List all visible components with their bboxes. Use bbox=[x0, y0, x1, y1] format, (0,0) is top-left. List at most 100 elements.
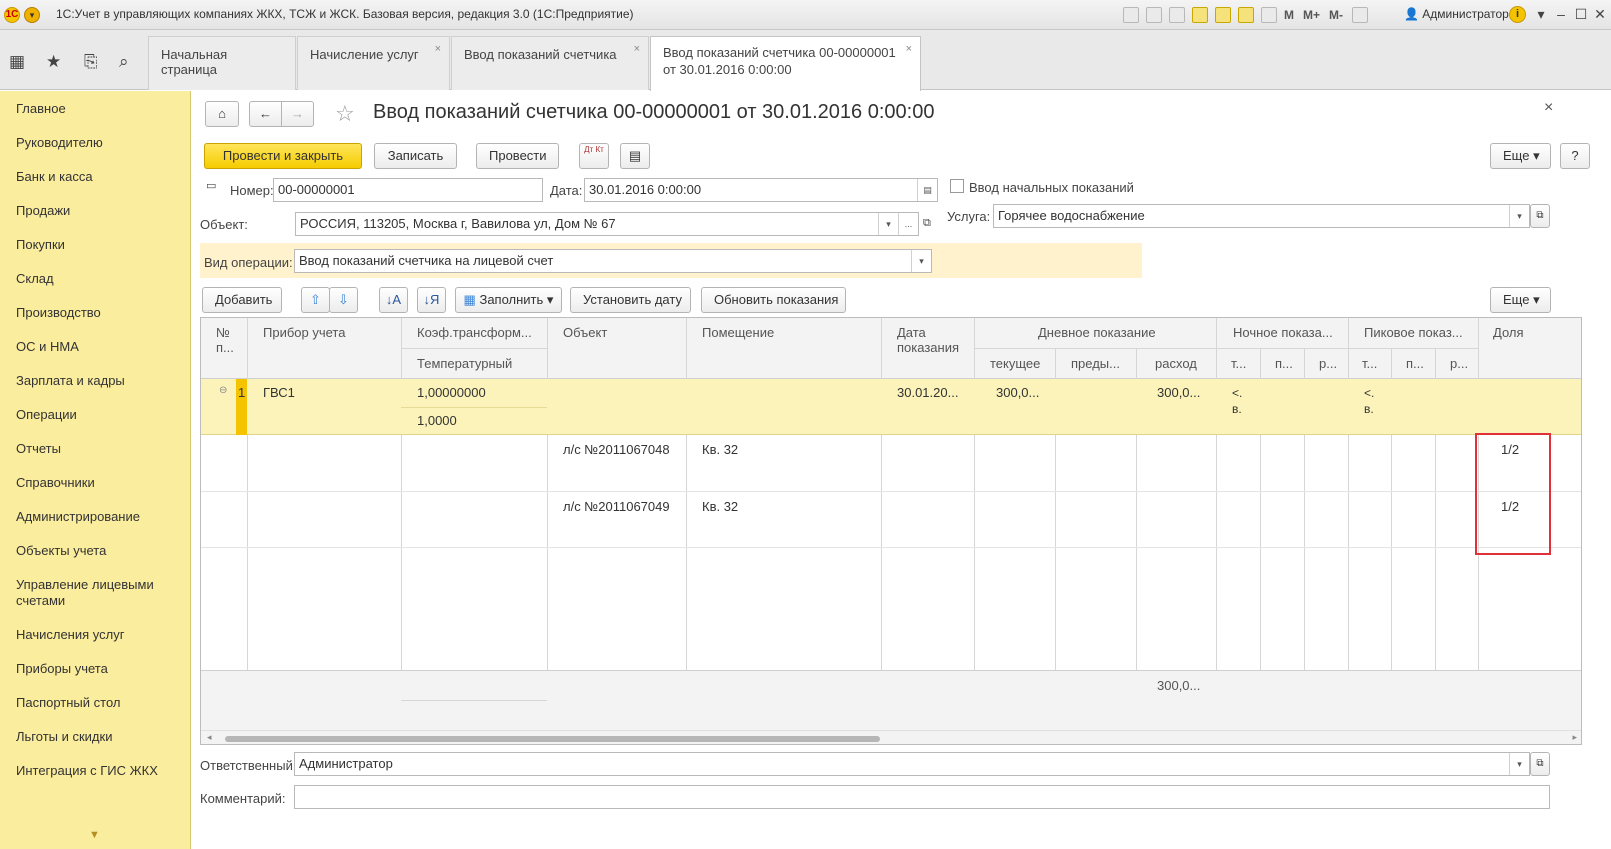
current-user[interactable]: 👤 Администратор bbox=[1404, 7, 1509, 21]
save-icon[interactable] bbox=[1123, 7, 1139, 23]
favorites-star-icon[interactable]: ★ bbox=[46, 52, 61, 72]
responsible-open-icon[interactable]: ⧉ bbox=[1530, 752, 1550, 776]
account-cell[interactable]: л/с №2011067049 bbox=[563, 499, 670, 514]
sidebar-item-main[interactable]: Главное bbox=[16, 101, 176, 117]
col-header-day[interactable]: Дневное показание bbox=[1038, 325, 1156, 340]
service-open-icon[interactable]: ⧉ bbox=[1530, 204, 1550, 228]
object-open-icon[interactable]: ⧉ bbox=[923, 217, 931, 230]
col-header-share[interactable]: Доля bbox=[1493, 325, 1524, 340]
col-header-num[interactable]: № п... bbox=[216, 325, 242, 355]
scroll-left-icon[interactable]: ◂ bbox=[207, 732, 212, 743]
tab-meter-reading-document[interactable]: Ввод показаний счетчика 00-00000001 от 3… bbox=[650, 36, 921, 92]
app-logo-icon[interactable]: 1С bbox=[4, 7, 20, 23]
apps-grid-icon[interactable]: ▦ bbox=[9, 52, 25, 72]
sidebar-item-fixed-assets[interactable]: ОС и НМА bbox=[16, 339, 176, 355]
service-dropdown-icon[interactable]: ▾ bbox=[1509, 205, 1529, 227]
history-icon[interactable] bbox=[1215, 7, 1231, 23]
save-button[interactable]: Записать bbox=[374, 143, 457, 169]
sidebar-item-personal-accounts[interactable]: Управление лицевыми счетами bbox=[16, 577, 176, 609]
collapse-icon[interactable]: ⊖ bbox=[219, 385, 227, 396]
date-cell[interactable]: 30.01.20... bbox=[897, 385, 958, 400]
col-header-night[interactable]: Ночное показа... bbox=[1233, 325, 1333, 340]
col-header-date[interactable]: Дата показания bbox=[897, 325, 967, 355]
move-down-icon[interactable]: ⇩ bbox=[329, 287, 358, 313]
sort-desc-icon[interactable]: ↓Я bbox=[417, 287, 446, 313]
close-window-icon[interactable]: ✕ bbox=[1589, 4, 1611, 24]
sidebar-item-accounting-objects[interactable]: Объекты учета bbox=[16, 543, 176, 559]
tab-charges[interactable]: Начисление услуг × bbox=[297, 36, 450, 90]
sidebar-item-gis-integration[interactable]: Интеграция с ГИС ЖКХ bbox=[16, 763, 176, 779]
device-cell[interactable]: ГВС1 bbox=[263, 385, 295, 400]
sidebar-item-administration[interactable]: Администрирование bbox=[16, 509, 176, 525]
help-button[interactable]: ? bbox=[1560, 143, 1590, 169]
close-tab-icon[interactable]: × bbox=[906, 43, 912, 55]
operation-dropdown-icon[interactable]: ▾ bbox=[911, 250, 931, 272]
dt-kt-button[interactable]: Дт Кт bbox=[579, 143, 609, 169]
number-field[interactable]: 00-00000001 bbox=[273, 178, 543, 202]
account-cell[interactable]: л/с №2011067048 bbox=[563, 442, 670, 457]
coef-cell[interactable]: 1,00000000 bbox=[417, 385, 486, 400]
info-icon[interactable]: i bbox=[1509, 6, 1526, 23]
col-header-coef[interactable]: Коэф.трансформ... bbox=[417, 325, 532, 340]
forward-button[interactable]: → bbox=[281, 101, 314, 127]
night-cell[interactable]: <. в. bbox=[1232, 385, 1242, 417]
minimize-icon[interactable]: – bbox=[1550, 4, 1572, 24]
sidebar-item-payroll[interactable]: Зарплата и кадры bbox=[16, 373, 176, 389]
memory-m[interactable]: M bbox=[1284, 8, 1294, 22]
scroll-right-icon[interactable]: ▸ bbox=[1572, 732, 1577, 743]
day-current-cell[interactable]: 300,0... bbox=[996, 385, 1039, 400]
sidebar-item-sales[interactable]: Продажи bbox=[16, 203, 176, 219]
object-field[interactable]: РОССИЯ, 113205, Москва г, Вавилова ул, Д… bbox=[295, 212, 919, 236]
object-dropdown-icon[interactable]: ▾ bbox=[878, 213, 898, 235]
col-header-temp[interactable]: Температурный bbox=[417, 356, 512, 371]
print-icon[interactable] bbox=[1146, 7, 1162, 23]
col-header-peak-sub[interactable]: т... bbox=[1362, 356, 1377, 371]
comment-icon[interactable]: ▭ bbox=[206, 179, 216, 192]
sidebar-item-service-charges[interactable]: Начисления услуг bbox=[16, 627, 176, 643]
more-button[interactable]: Еще ▾ bbox=[1490, 143, 1551, 169]
favorite-star-icon[interactable]: ☆ bbox=[335, 101, 355, 127]
service-field[interactable]: Горячее водоснабжение ▾ bbox=[993, 204, 1530, 228]
table-more-button[interactable]: Еще ▾ bbox=[1490, 287, 1551, 313]
add-row-button[interactable]: Добавить bbox=[202, 287, 282, 313]
sidebar-item-passport-desk[interactable]: Паспортный стол bbox=[16, 695, 176, 711]
tab-meter-readings-list[interactable]: Ввод показаний счетчика × bbox=[451, 36, 649, 90]
scrollbar-thumb[interactable] bbox=[225, 736, 880, 742]
sidebar-item-manager[interactable]: Руководителю bbox=[16, 135, 176, 151]
sidebar-item-operations[interactable]: Операции bbox=[16, 407, 176, 423]
preview-icon[interactable] bbox=[1169, 7, 1185, 23]
sidebar-item-bank[interactable]: Банк и касса bbox=[16, 169, 176, 185]
post-and-close-button[interactable]: Провести и закрыть bbox=[204, 143, 362, 169]
col-header-day-consumption[interactable]: расход bbox=[1155, 356, 1197, 371]
col-header-peak[interactable]: Пиковое показ... bbox=[1364, 325, 1463, 340]
comment-field[interactable] bbox=[294, 785, 1550, 809]
close-form-icon[interactable]: × bbox=[1544, 99, 1553, 117]
room-cell[interactable]: Кв. 32 bbox=[702, 442, 738, 457]
horizontal-scrollbar[interactable]: ◂ ▸ bbox=[201, 730, 1581, 744]
col-header-device[interactable]: Прибор учета bbox=[263, 325, 345, 340]
dropdown-icon[interactable]: ▾ bbox=[1530, 4, 1552, 24]
calendar-icon[interactable]: ▤ bbox=[917, 179, 937, 201]
responsible-field[interactable]: Администратор ▾ bbox=[294, 752, 1530, 776]
close-tab-icon[interactable]: × bbox=[435, 43, 441, 55]
sort-asc-icon[interactable]: ↓A bbox=[379, 287, 408, 313]
tab-home[interactable]: Начальная страница bbox=[148, 36, 296, 90]
report-icon[interactable]: ▤ bbox=[620, 143, 650, 169]
set-date-button[interactable]: Установить дату bbox=[570, 287, 691, 313]
search-icon[interactable]: ⌕ bbox=[119, 52, 129, 72]
date-field[interactable]: 30.01.2016 0:00:00 ▤ bbox=[584, 178, 938, 202]
sidebar-item-production[interactable]: Производство bbox=[16, 305, 176, 321]
update-readings-button[interactable]: Обновить показания bbox=[701, 287, 846, 313]
memory-m-minus[interactable]: M- bbox=[1329, 8, 1343, 22]
peak-cell[interactable]: <. в. bbox=[1364, 385, 1374, 417]
col-header-night-sub[interactable]: п... bbox=[1275, 356, 1293, 371]
fill-button[interactable]: ▦ Заполнить ▾ bbox=[455, 287, 562, 313]
day-consumption-cell[interactable]: 300,0... bbox=[1157, 385, 1200, 400]
calculator-icon[interactable] bbox=[1261, 7, 1277, 23]
col-header-peak-sub[interactable]: п... bbox=[1406, 356, 1424, 371]
memory-m-plus[interactable]: M+ bbox=[1303, 8, 1320, 22]
main-menu-icon[interactable]: ▾ bbox=[24, 7, 40, 23]
object-select-icon[interactable]: ... bbox=[898, 213, 918, 235]
room-cell[interactable]: Кв. 32 bbox=[702, 499, 738, 514]
history-icon[interactable]: ⎘ bbox=[84, 52, 98, 72]
